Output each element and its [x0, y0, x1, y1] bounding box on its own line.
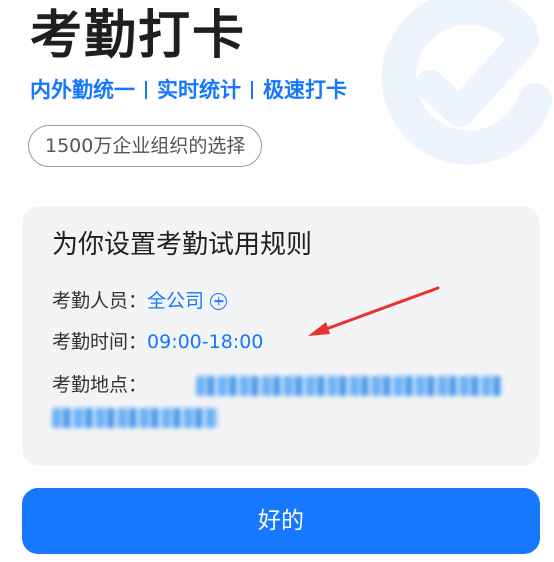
- feature-item: 实时统计: [157, 78, 241, 102]
- page-title: 考勤打卡: [30, 6, 247, 66]
- rules-card: 为你设置考勤试用规则 考勤人员： 全公司 考勤时间： 09:00-18:00 考…: [22, 206, 540, 466]
- feature-list: 内外勤统一 实时统计 极速打卡: [30, 76, 347, 104]
- rule-row-time: 考勤时间： 09:00-18:00: [52, 327, 263, 357]
- checkmark-watermark-icon: [381, 0, 552, 165]
- rule-label: 考勤时间：: [52, 331, 148, 353]
- rule-label: 考勤人员：: [52, 290, 148, 312]
- rule-row-location: 考勤地点：: [52, 370, 147, 400]
- feature-item: 极速打卡: [263, 78, 347, 102]
- confirm-button[interactable]: 好的: [22, 488, 540, 554]
- plus-circle-icon[interactable]: [210, 292, 228, 310]
- location-value-redacted[interactable]: [196, 376, 502, 396]
- location-value-redacted[interactable]: [52, 408, 218, 428]
- rule-row-staff: 考勤人员： 全公司: [52, 286, 228, 316]
- staff-value-link[interactable]: 全公司: [147, 286, 204, 316]
- time-value-link[interactable]: 09:00-18:00: [147, 327, 263, 357]
- feature-separator: [251, 81, 253, 99]
- tagline-badge: 1500万企业组织的选择: [28, 125, 263, 167]
- feature-separator: [145, 81, 147, 99]
- rule-label: 考勤地点：: [52, 374, 148, 396]
- feature-item: 内外勤统一: [30, 78, 135, 102]
- card-title: 为你设置考勤试用规则: [52, 230, 313, 260]
